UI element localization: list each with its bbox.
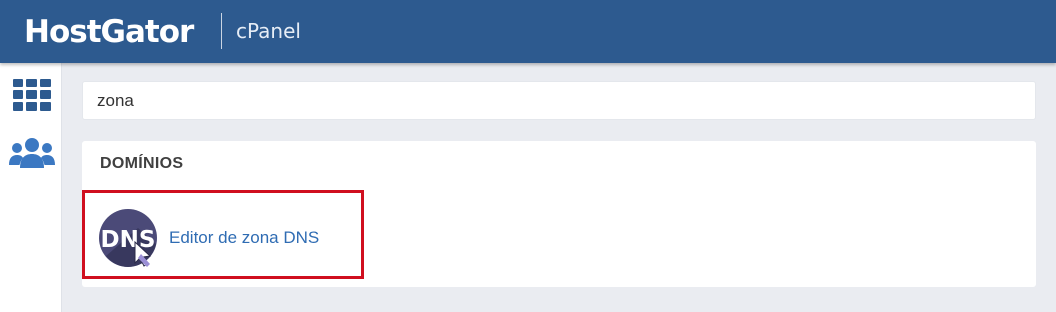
logo-divider	[221, 13, 222, 49]
sidebar-item-users[interactable]	[8, 131, 56, 175]
section-title: DOMÍNIOS	[100, 155, 184, 172]
search-box[interactable]	[82, 81, 1036, 120]
dns-icon: DNS	[98, 208, 158, 268]
dns-icon-text: DNS	[101, 227, 156, 253]
product-name: cPanel	[236, 19, 301, 43]
result-dns-zone-editor[interactable]: DNS Editor de zona DNS	[98, 208, 319, 268]
grid-icon	[13, 79, 51, 111]
result-label[interactable]: Editor de zona DNS	[169, 228, 319, 248]
search-input[interactable]	[83, 82, 1035, 119]
users-icon	[9, 138, 55, 168]
sidebar	[0, 63, 62, 312]
brand-logo[interactable]: HostGator	[24, 10, 194, 54]
sidebar-item-tools[interactable]	[8, 73, 56, 117]
domains-section: DOMÍNIOS DNS Editor de zona DNS	[82, 141, 1036, 287]
top-header: HostGator cPanel	[0, 0, 1056, 63]
